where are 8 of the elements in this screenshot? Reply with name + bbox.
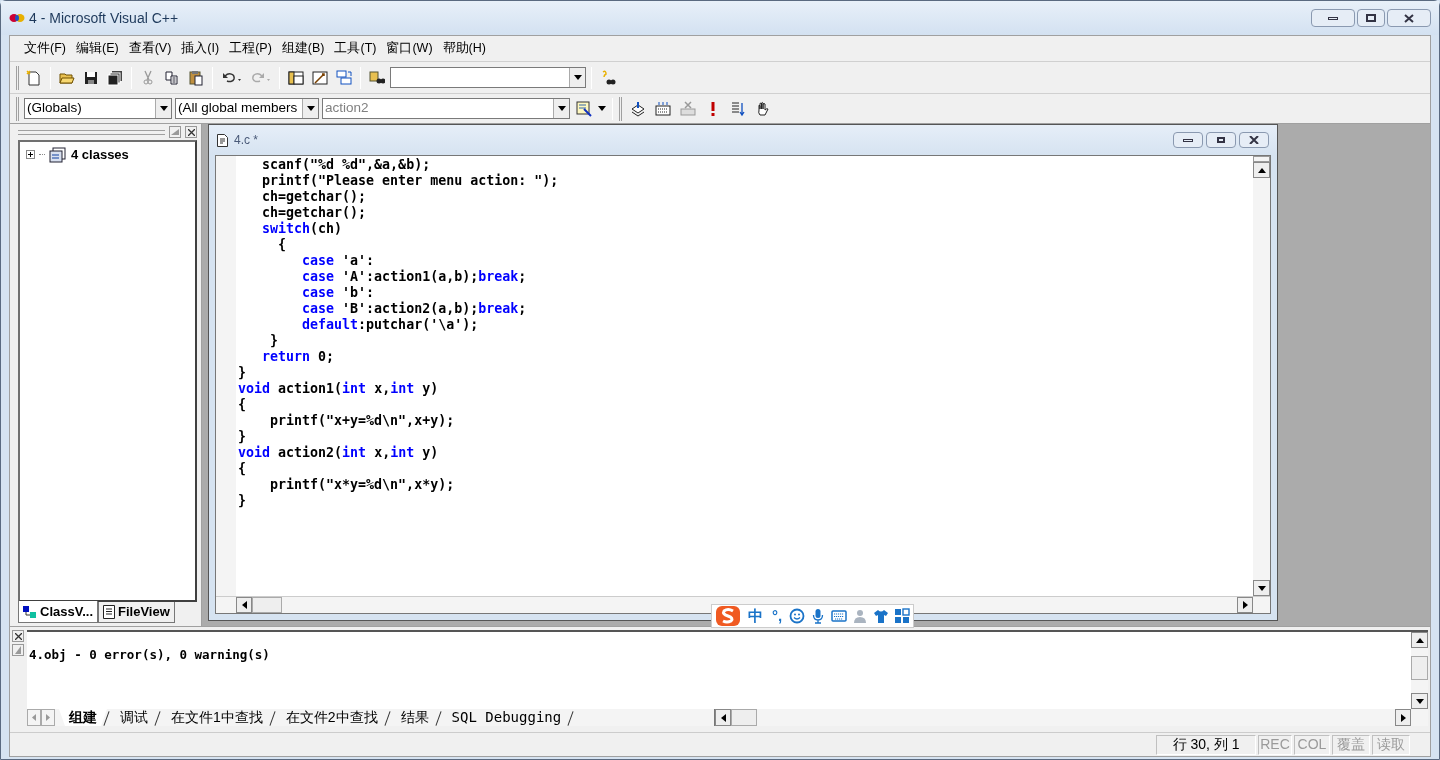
status-indicator: 覆盖	[1332, 734, 1370, 755]
status-indicator: COL	[1294, 734, 1330, 755]
status-indicator: REC	[1258, 734, 1292, 755]
document-title: 4.c *	[234, 132, 258, 149]
window-title: 4 - Microsoft Visual C++	[29, 8, 179, 28]
output-line: 4.obj - 0 error(s), 0 warning(s)	[29, 646, 271, 664]
status-indicator: 读取	[1372, 734, 1410, 755]
status-indicator: 行 30, 列 1	[1156, 734, 1256, 755]
